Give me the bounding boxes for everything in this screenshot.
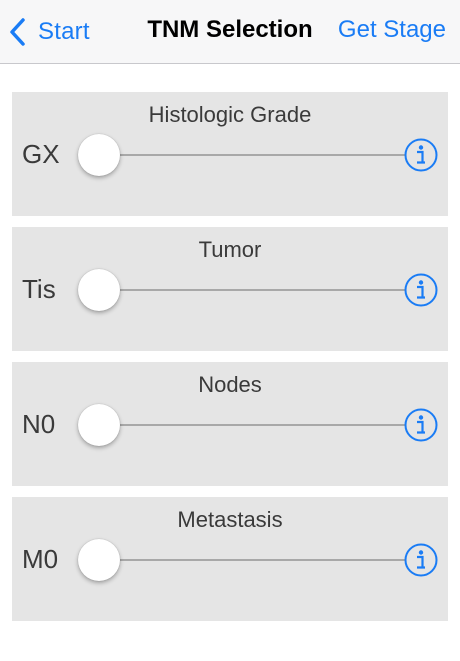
metastasis-value: M0 <box>22 544 59 574</box>
info-circle-icon <box>404 273 438 307</box>
nodes-title: Nodes <box>198 372 262 397</box>
histologic-grade-value: GX <box>22 139 60 169</box>
info-circle-icon <box>404 543 438 577</box>
slider-thumb[interactable] <box>78 134 120 176</box>
slider-track <box>78 559 406 561</box>
info-circle-icon <box>404 408 438 442</box>
metastasis-info-button[interactable] <box>404 543 438 577</box>
histologic-grade-info-button[interactable] <box>404 138 438 172</box>
tumor-panel: Tumor Tis <box>12 227 448 351</box>
navigation-bar: Start TNM Selection Get Stage <box>0 0 460 64</box>
tumor-slider[interactable] <box>78 267 406 313</box>
slider-thumb[interactable] <box>78 539 120 581</box>
slider-thumb[interactable] <box>78 404 120 446</box>
info-circle-icon <box>404 138 438 172</box>
nodes-slider[interactable] <box>78 402 406 448</box>
metastasis-slider[interactable] <box>78 537 406 583</box>
slider-thumb[interactable] <box>78 269 120 311</box>
tumor-title: Tumor <box>198 237 262 262</box>
nodes-panel: Nodes N0 <box>12 362 448 486</box>
tumor-info-button[interactable] <box>404 273 438 307</box>
histologic-grade-title: Histologic Grade <box>148 102 312 127</box>
slider-track <box>78 154 406 156</box>
nodes-value: N0 <box>22 409 56 439</box>
histologic-grade-slider[interactable] <box>78 132 406 178</box>
slider-track <box>78 424 406 426</box>
slider-track <box>78 289 406 291</box>
page-title-text: TNM Selection <box>147 16 313 43</box>
get-stage-button[interactable]: Get Stage <box>338 16 446 44</box>
metastasis-title: Metastasis <box>177 507 283 532</box>
metastasis-panel: Metastasis M0 <box>12 497 448 621</box>
histologic-grade-panel: Histologic Grade GX <box>12 92 448 216</box>
tumor-value: Tis <box>22 274 56 304</box>
nodes-info-button[interactable] <box>404 408 438 442</box>
